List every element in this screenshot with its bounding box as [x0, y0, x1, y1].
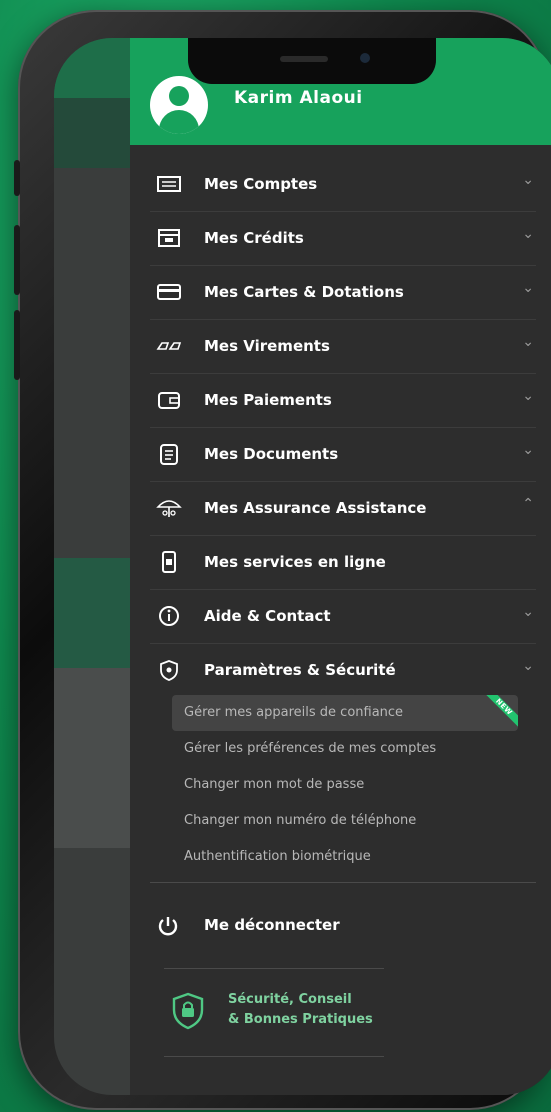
account-list-icon: [157, 176, 181, 192]
submenu-item-label: Gérer mes appareils de confiance: [184, 705, 404, 720]
chevron-down-icon[interactable]: ⌄: [522, 604, 534, 620]
logout-button[interactable]: Me déconnecter: [150, 906, 536, 950]
menu-item-label: Aide & Contact: [204, 607, 331, 625]
menu-item-comptes[interactable]: Mes Comptes ⌄: [150, 158, 536, 212]
document-icon: [160, 444, 178, 465]
menu-item-label: Mes Comptes: [204, 175, 318, 193]
menu-item-paiements[interactable]: Mes Paiements ⌄: [150, 374, 536, 428]
submenu-item-label: Gérer les préférences de mes comptes: [184, 741, 437, 756]
menu-item-label: Mes Crédits: [204, 229, 304, 247]
menu-item-label: Mes Documents: [204, 445, 339, 463]
avatar[interactable]: [150, 76, 208, 134]
volume-up-button: [14, 225, 20, 295]
menu-item-label: Mes Paiements: [204, 391, 332, 409]
menu-item-label: Mes Assurance Assistance: [204, 499, 427, 517]
drawer-menu: Mes Comptes ⌄ Mes Crédits ⌄ Mes Cartes &…: [130, 158, 551, 697]
submenu-item-telephone[interactable]: Changer mon numéro de téléphone: [172, 803, 518, 839]
menu-item-services[interactable]: Mes services en ligne: [150, 536, 536, 590]
menu-item-parametres[interactable]: Paramètres & Sécurité ⌄: [150, 644, 536, 697]
wallet-icon: [158, 392, 180, 409]
divider: [164, 968, 384, 969]
menu-item-label: Mes services en ligne: [204, 553, 386, 571]
transfer-icon: [156, 342, 182, 350]
info-icon: [159, 606, 179, 626]
submenu-item-appareils[interactable]: Gérer mes appareils de confiance NEW: [172, 695, 518, 731]
credit-box-icon: [158, 229, 180, 247]
navigation-drawer: Karim Alaoui Mes Comptes ⌄ Mes Crédits ⌄…: [130, 38, 551, 1095]
security-label-line1: Sécurité, Conseil: [228, 992, 352, 1007]
submenu-item-label: Authentification biométrique: [184, 849, 371, 864]
new-badge: NEW: [482, 695, 518, 731]
security-label-line2: & Bonnes Pratiques: [228, 1012, 373, 1027]
menu-item-assurance[interactable]: Mes Assurance Assistance ⌃: [150, 482, 536, 536]
phone-frame: Karim Alaoui Mes Comptes ⌄ Mes Crédits ⌄…: [14, 10, 551, 1110]
user-name: Karim Alaoui: [234, 88, 363, 108]
chevron-down-icon[interactable]: ⌄: [522, 388, 534, 404]
chevron-down-icon[interactable]: ⌄: [522, 442, 534, 458]
security-tips-link[interactable]: Sécurité, Conseil & Bonnes Pratiques: [164, 982, 444, 1042]
menu-item-label: Mes Virements: [204, 337, 330, 355]
phone-notch: [188, 38, 436, 84]
submenu-item-biometrique[interactable]: Authentification biométrique: [172, 839, 518, 875]
shield-settings-icon: [160, 660, 178, 681]
submenu-item-mot-de-passe[interactable]: Changer mon mot de passe: [172, 767, 518, 803]
phone-screen: Karim Alaoui Mes Comptes ⌄ Mes Crédits ⌄…: [54, 38, 551, 1095]
shield-lock-icon: [172, 992, 204, 1030]
background-app: [54, 38, 130, 1095]
chevron-down-icon[interactable]: ⌄: [522, 658, 534, 674]
mute-switch: [14, 160, 20, 196]
chevron-down-icon[interactable]: ⌄: [522, 280, 534, 296]
logout-label: Me déconnecter: [204, 916, 340, 934]
menu-item-documents[interactable]: Mes Documents ⌄: [150, 428, 536, 482]
submenu-item-label: Changer mon numéro de téléphone: [184, 813, 417, 828]
card-icon: [157, 284, 181, 300]
chevron-down-icon[interactable]: ⌄: [522, 334, 534, 350]
chevron-down-icon[interactable]: ⌄: [522, 226, 534, 242]
divider: [150, 882, 536, 883]
menu-item-virements[interactable]: Mes Virements ⌄: [150, 320, 536, 374]
menu-item-aide[interactable]: Aide & Contact ⌄: [150, 590, 536, 644]
menu-item-label: Paramètres & Sécurité: [204, 661, 396, 679]
submenu-item-label: Changer mon mot de passe: [184, 777, 365, 792]
divider: [164, 1056, 384, 1057]
power-icon: [158, 917, 178, 936]
chevron-down-icon[interactable]: ⌄: [522, 172, 534, 188]
menu-item-cartes[interactable]: Mes Cartes & Dotations ⌄: [150, 266, 536, 320]
menu-item-credits[interactable]: Mes Crédits ⌄: [150, 212, 536, 266]
phone-service-icon: [162, 551, 176, 573]
chevron-up-icon[interactable]: ⌃: [522, 496, 534, 512]
volume-down-button: [14, 310, 20, 380]
menu-item-label: Mes Cartes & Dotations: [204, 283, 404, 301]
umbrella-icon: [156, 500, 182, 517]
submenu-item-preferences[interactable]: Gérer les préférences de mes comptes: [172, 731, 518, 767]
